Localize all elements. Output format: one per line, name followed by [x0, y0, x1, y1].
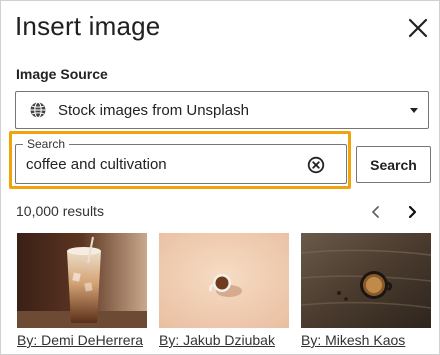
previous-page-button[interactable] [365, 201, 387, 223]
results-count: 10,000 results [16, 203, 104, 219]
photo-credit-link[interactable]: By: Mikesh Kaos [301, 332, 405, 348]
search-button[interactable]: Search [356, 146, 431, 183]
result-image-iced-coffee[interactable] [17, 233, 147, 328]
chevron-down-icon [410, 108, 418, 113]
search-input-value[interactable]: coffee and cultivation [26, 156, 167, 173]
globe-icon [29, 101, 47, 119]
chevron-left-icon [372, 206, 379, 218]
image-source-value: Stock images from Unsplash [58, 101, 249, 119]
result-image-coffee-cup-wood[interactable] [301, 233, 431, 328]
clear-circle-icon [307, 156, 325, 174]
close-button[interactable] [405, 15, 431, 41]
image-source-label: Image Source [16, 66, 108, 82]
insert-image-dialog: Insert image Image Source Stock images f… [0, 0, 440, 355]
image-source-select[interactable]: Stock images from Unsplash [15, 91, 429, 129]
search-field-label: Search [23, 137, 70, 151]
chevron-right-icon [408, 205, 417, 219]
result-image-coffee-cup-beige[interactable] [159, 233, 289, 328]
photo-credit-link[interactable]: By: Demi DeHerrera [17, 332, 143, 348]
next-page-button[interactable] [401, 201, 423, 223]
clear-search-button[interactable] [306, 155, 326, 175]
photo-credit-link[interactable]: By: Jakub Dziubak [159, 332, 275, 348]
dialog-title: Insert image [15, 11, 161, 41]
close-icon [408, 18, 428, 38]
